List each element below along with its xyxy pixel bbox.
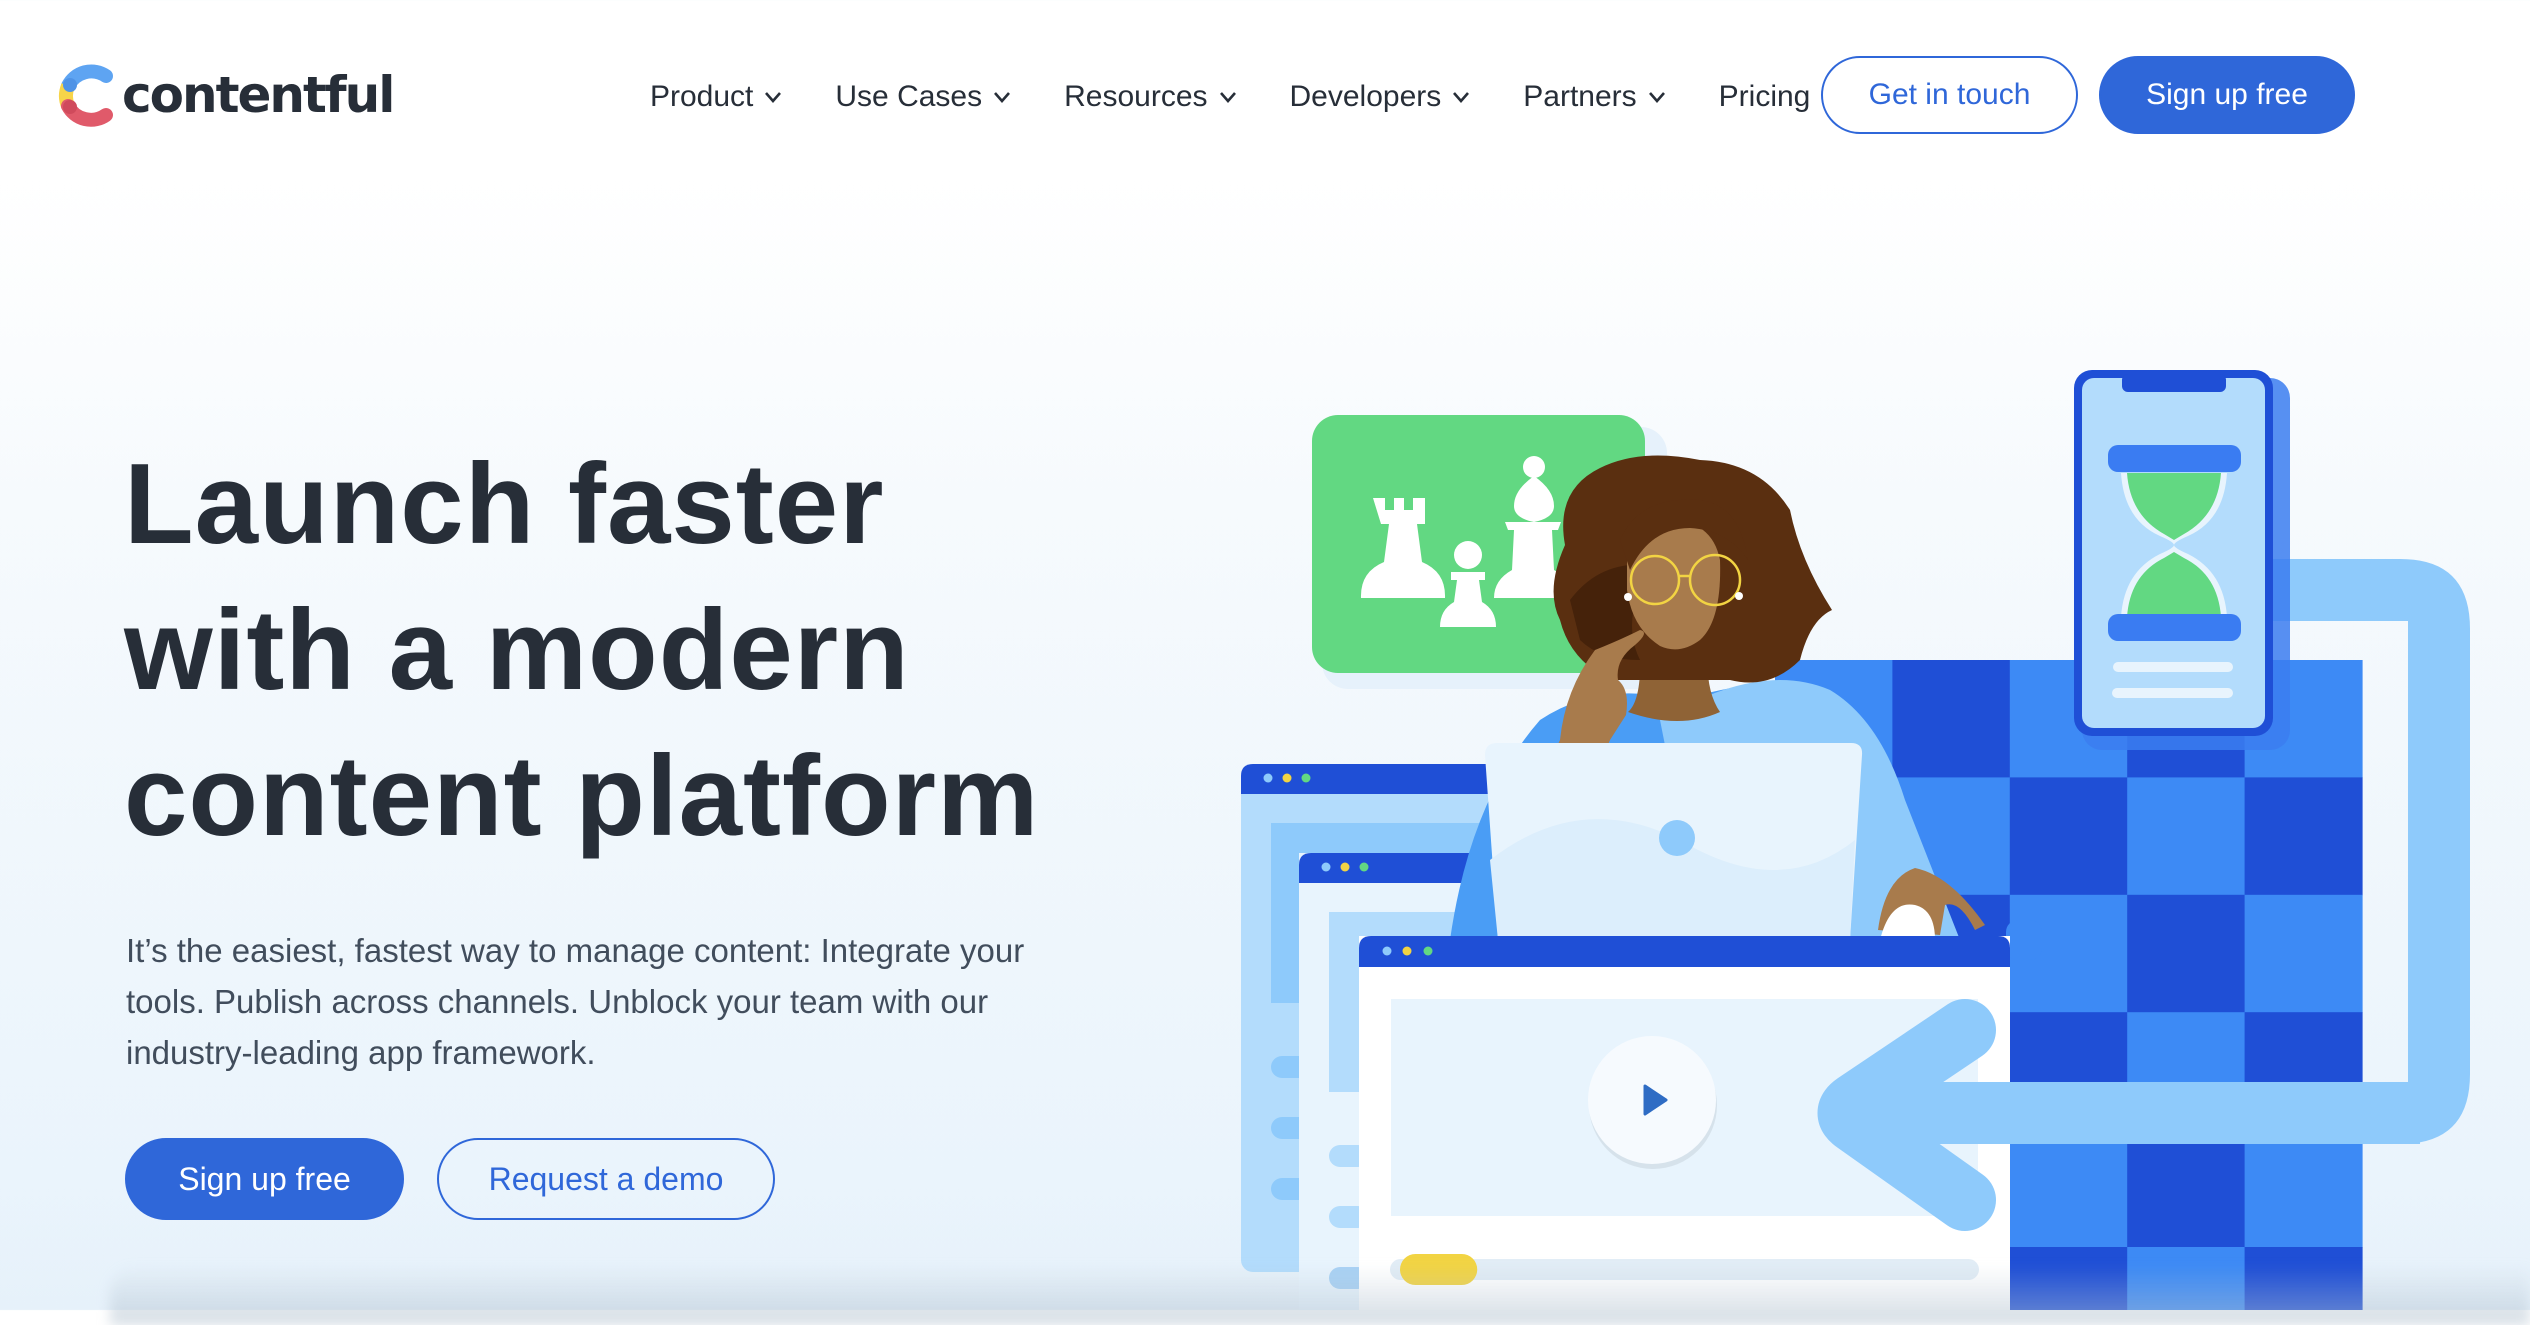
- checker-cell: [2127, 777, 2246, 896]
- video-area: [1391, 999, 1978, 1216]
- chevron-down-icon: [763, 87, 783, 107]
- checker-cell: [1892, 1012, 2011, 1131]
- checker-cell: [2244, 1012, 2363, 1131]
- checker-cell: [1775, 660, 1893, 778]
- chess-card: [1312, 415, 1645, 673]
- checker-cell: [2009, 1129, 2128, 1248]
- chess-card-shadow: [1322, 427, 1667, 689]
- nav-item-pricing[interactable]: Pricing: [1719, 80, 1811, 114]
- phone: [2074, 370, 2290, 750]
- checker-cell: [1775, 894, 1893, 1013]
- checker-cell: [2127, 1129, 2246, 1248]
- play-button: [1588, 1036, 1717, 1169]
- hourglass-icon: [2108, 445, 2241, 641]
- chess-rook-icon: [1360, 498, 1446, 598]
- nav-item-resources[interactable]: Resources: [1064, 80, 1237, 114]
- arrow-head: [1817, 999, 1996, 1231]
- browser-window-middle: [1299, 853, 1539, 1310]
- hero-sign-up-label: Sign up free: [178, 1160, 351, 1197]
- hero-description: It’s the easiest, fastest way to manage …: [126, 932, 1025, 1071]
- checker-cell: [1775, 1129, 1893, 1248]
- loop-arrow: [1805, 559, 2470, 1231]
- checker-cell: [2009, 660, 2128, 778]
- checker-cell: [2009, 777, 2128, 896]
- checker-cell: [2244, 894, 2363, 1013]
- nav-item-label: Use Cases: [835, 80, 983, 113]
- chevron-down-icon: [1451, 87, 1471, 107]
- hero-title: Launch faster with a modern content plat…: [124, 432, 1124, 870]
- browser-window-back: [1241, 764, 1501, 1272]
- checkerboard: [1775, 660, 2363, 1310]
- request-demo-button[interactable]: Request a demo: [437, 1138, 775, 1220]
- hero-sign-up-button[interactable]: Sign up free: [125, 1138, 404, 1220]
- hero-title-line: Launch faster: [124, 441, 885, 568]
- checker-cell: [2127, 1012, 2246, 1131]
- main-nav: Product Use Cases Resources Developers P…: [650, 72, 1810, 122]
- nav-item-label: Developers: [1289, 80, 1442, 113]
- nav-item-label: Pricing: [1718, 80, 1811, 113]
- checker-cell: [1775, 777, 1893, 896]
- checker-cell: [2127, 660, 2246, 778]
- laptop-logo: [1659, 820, 1695, 856]
- arrow-shaft: [1880, 1082, 2420, 1144]
- nav-item-partners[interactable]: Partners: [1523, 80, 1666, 114]
- checker-cell: [2009, 894, 2128, 1013]
- nav-item-product[interactable]: Product: [650, 80, 783, 114]
- request-demo-label: Request a demo: [488, 1160, 724, 1197]
- hero-title-line: with a modern: [124, 587, 910, 714]
- chess-bishop-icon: [1494, 456, 1572, 598]
- checker-cell: [1892, 777, 2011, 896]
- nav-item-label: Partners: [1523, 80, 1637, 113]
- play-icon: [1643, 1084, 1668, 1116]
- contentful-logo[interactable]: contentful: [56, 60, 395, 130]
- checker-cell: [2127, 894, 2246, 1013]
- get-in-touch-button[interactable]: Get in touch: [1821, 56, 2078, 134]
- contentful-c-logo-icon: [56, 62, 116, 128]
- checker-cell: [2009, 1012, 2128, 1131]
- nav-item-developers[interactable]: Developers: [1290, 80, 1472, 114]
- laptop: [1485, 743, 1863, 940]
- checker-cell: [2244, 777, 2363, 896]
- chess-pawn-icon: [1440, 541, 1496, 627]
- hero-title-line: content platform: [124, 733, 1040, 860]
- next-section-card-shadow: [110, 1265, 2530, 1325]
- get-in-touch-label: Get in touch: [1868, 78, 2031, 111]
- checker-cell: [2244, 660, 2363, 778]
- chevron-down-icon: [992, 87, 1012, 107]
- checker-cell: [1892, 894, 2011, 1013]
- logo-wordmark: contentful: [122, 66, 395, 124]
- checker-cell: [1892, 660, 2011, 778]
- checker-cell: [1775, 1012, 1893, 1131]
- chevron-down-icon: [1647, 87, 1667, 107]
- checker-cell: [1892, 1129, 2011, 1248]
- header-sign-up-button[interactable]: Sign up free: [2099, 56, 2355, 134]
- checker-cell: [2244, 1129, 2363, 1248]
- nav-item-use-cases[interactable]: Use Cases: [835, 80, 1012, 114]
- nav-item-label: Resources: [1064, 80, 1208, 113]
- browser-window-front: [1359, 920, 2042, 1310]
- chevron-down-icon: [1218, 87, 1238, 107]
- woman-figure: [1450, 455, 1985, 940]
- header-sign-up-label: Sign up free: [2146, 78, 2308, 111]
- nav-item-label: Product: [650, 80, 754, 113]
